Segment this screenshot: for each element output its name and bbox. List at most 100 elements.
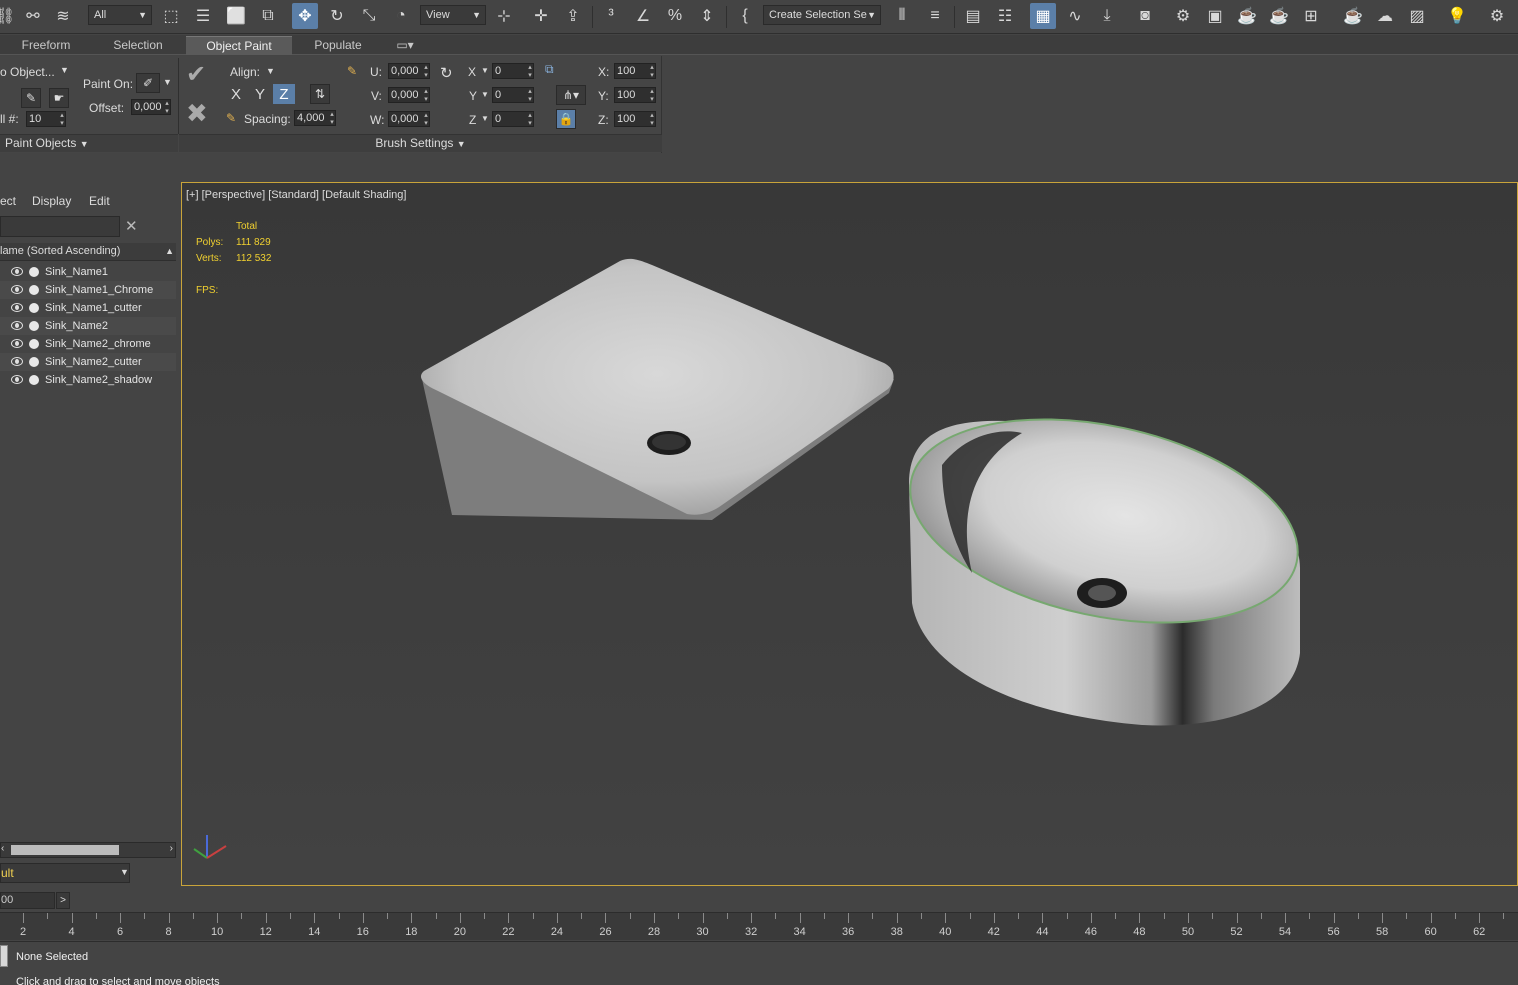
layer-explorer-icon[interactable]: ☷ xyxy=(992,3,1018,29)
tab-selection[interactable]: Selection xyxy=(92,36,184,55)
menu-select[interactable]: ect xyxy=(0,194,16,208)
commit-check-icon[interactable]: ✔ xyxy=(186,60,206,89)
explorer-search-input[interactable] xyxy=(0,216,120,237)
a360-gallery-icon[interactable]: ▨ xyxy=(1404,3,1430,29)
select-by-name-icon[interactable]: ☰ xyxy=(190,3,216,29)
scroll-left-icon[interactable]: ‹ xyxy=(1,843,4,854)
unlink-icon[interactable]: ⚯ xyxy=(20,3,46,29)
settings-icon[interactable]: ⚙ xyxy=(1484,3,1510,29)
chevron-down-icon[interactable]: ▼ xyxy=(481,90,489,99)
scale-x-field[interactable]: 100 xyxy=(614,63,656,79)
rotate-icon[interactable]: ↻ xyxy=(440,64,453,82)
align-axis-z-button[interactable]: Z xyxy=(273,84,295,104)
chevron-down-icon[interactable]: ▼ xyxy=(120,867,129,877)
list-item[interactable]: Sink_Name1_Chrome xyxy=(0,281,176,299)
chevron-down-icon[interactable]: ▼ xyxy=(163,77,172,87)
rendered-frame-window-icon[interactable]: ▣ xyxy=(1202,3,1228,29)
mirror-icon[interactable]: ⫴ xyxy=(889,3,915,29)
eye-icon[interactable] xyxy=(11,357,23,366)
offset-brush-icon[interactable]: ✎ xyxy=(347,64,357,78)
select-and-place-icon[interactable]: ◔ xyxy=(388,3,414,29)
v-field[interactable]: 0,000 xyxy=(388,87,430,103)
layer-dropdown[interactable]: ult xyxy=(0,863,130,883)
fill-count-field[interactable]: 10 xyxy=(26,111,66,127)
teapot-icon[interactable]: ☕ xyxy=(1340,3,1366,29)
select-and-scale-icon[interactable]: ⤡ xyxy=(356,3,382,29)
select-object-icon[interactable]: ⬚ xyxy=(158,3,184,29)
explorer-column-header[interactable]: lame (Sorted Ascending) ▲ xyxy=(0,243,176,261)
select-and-rotate-icon[interactable]: ↻ xyxy=(324,3,350,29)
schematic-view-icon[interactable]: ⤓ xyxy=(1094,3,1120,29)
tab-populate[interactable]: Populate xyxy=(292,36,384,55)
chevron-down-icon[interactable]: ▼ xyxy=(481,114,489,123)
rect-selection-icon[interactable]: ⬜ xyxy=(223,3,249,29)
keyboard-shortcut-override-icon[interactable]: ⇪ xyxy=(560,3,586,29)
eye-icon[interactable] xyxy=(11,339,23,348)
scroll-right-icon[interactable]: › xyxy=(170,843,173,854)
link-icon[interactable]: ⛓ xyxy=(0,3,18,29)
reference-coord-dropdown[interactable]: View ▼ xyxy=(420,5,486,25)
ribbon-options-icon[interactable]: ▭▾ xyxy=(390,36,420,55)
scene-explorer-icon[interactable]: ▤ xyxy=(960,3,986,29)
lock-scale-icon[interactable]: 🔒 xyxy=(556,109,576,129)
selection-filter-dropdown[interactable]: All ▼ xyxy=(88,5,152,25)
render-production-icon[interactable]: ☕ xyxy=(1234,3,1260,29)
paint-object-label[interactable]: o Object... xyxy=(0,65,55,79)
list-item[interactable]: Sink_Name2_chrome xyxy=(0,335,176,353)
explorer-horizontal-scrollbar[interactable]: ‹ › xyxy=(0,842,176,858)
bind-space-warp-icon[interactable]: ≋ xyxy=(50,3,76,29)
tab-freeform[interactable]: Freeform xyxy=(0,36,92,55)
scale-z-field[interactable]: 100 xyxy=(614,111,656,127)
list-item[interactable]: Sink_Name2_cutter xyxy=(0,353,176,371)
eye-icon[interactable] xyxy=(11,267,23,276)
eye-icon[interactable] xyxy=(11,285,23,294)
eye-icon[interactable] xyxy=(11,303,23,312)
select-and-move-icon[interactable]: ✥ xyxy=(292,3,318,29)
cloud-render-icon[interactable]: ☁ xyxy=(1372,3,1398,29)
list-item[interactable]: Sink_Name1 xyxy=(0,263,176,281)
cancel-x-icon[interactable]: ✖ xyxy=(186,98,208,129)
rotate-y-field[interactable]: 0 xyxy=(492,87,534,103)
angle-snap-icon[interactable]: ∠ xyxy=(630,3,656,29)
rotate-z-field[interactable]: 0 xyxy=(492,111,534,127)
w-field[interactable]: 0,000 xyxy=(388,111,430,127)
align-icon[interactable]: ≡ xyxy=(922,3,948,29)
align-label[interactable]: Align: xyxy=(230,65,260,79)
list-item[interactable]: Sink_Name2 xyxy=(0,317,176,335)
scrollbar-thumb[interactable] xyxy=(11,845,119,855)
flip-axis-icon[interactable]: ⇅ xyxy=(310,84,330,104)
chevron-down-icon[interactable]: ▼ xyxy=(266,66,275,76)
snaps-toggle-icon[interactable]: ³ xyxy=(598,3,624,29)
scale-icon[interactable]: ⧉ xyxy=(545,62,554,77)
paint-objects-panel-title[interactable]: Paint Objects ▼ xyxy=(0,134,178,152)
ribbon-toggle-icon[interactable]: ▦ xyxy=(1030,3,1056,29)
paint-on-icon[interactable]: ✐ xyxy=(136,73,160,93)
chevron-down-icon[interactable]: ▼ xyxy=(481,66,489,75)
next-frame-button[interactable]: > xyxy=(56,892,70,909)
edit-named-selection-icon[interactable]: { xyxy=(732,3,758,29)
spacing-field[interactable]: 4,000 xyxy=(294,110,336,126)
percent-snap-icon[interactable]: % xyxy=(662,3,688,29)
rotate-x-field[interactable]: 0 xyxy=(492,63,534,79)
edit-objects-icon[interactable]: ☛ xyxy=(49,88,69,108)
spinner-snap-icon[interactable]: ⇕ xyxy=(694,3,720,29)
render-grid-icon[interactable]: ⊞ xyxy=(1298,3,1324,29)
lightbulb-icon[interactable]: 💡 xyxy=(1444,3,1470,29)
chevron-down-icon[interactable]: ▼ xyxy=(60,65,69,75)
scale-y-field[interactable]: 100 xyxy=(614,87,656,103)
window-crossing-icon[interactable]: ⧉ xyxy=(255,3,281,29)
track-bar[interactable]: 2 4 6 8 10 12 14 16 18 20 22 24 26 28 30 32 34 36 38 40 42 44… xyxy=(0,912,1518,940)
pick-object-icon[interactable]: ✎ xyxy=(21,88,41,108)
eye-icon[interactable] xyxy=(11,375,23,384)
list-item[interactable]: Sink_Name2_shadow xyxy=(0,371,176,389)
align-axis-y-button[interactable]: Y xyxy=(249,84,271,104)
list-item[interactable]: Sink_Name1_cutter xyxy=(0,299,176,317)
offset-field[interactable]: 0,000 xyxy=(131,99,171,115)
menu-display[interactable]: Display xyxy=(32,194,71,208)
pivot-center-icon[interactable]: ⊹ xyxy=(491,3,517,29)
align-axis-x-button[interactable]: X xyxy=(225,84,247,104)
eye-icon[interactable] xyxy=(11,321,23,330)
material-editor-icon[interactable]: ◙ xyxy=(1132,3,1158,29)
brush-settings-panel-title[interactable]: Brush Settings ▼ xyxy=(179,134,662,152)
render-setup-icon[interactable]: ⚙ xyxy=(1170,3,1196,29)
